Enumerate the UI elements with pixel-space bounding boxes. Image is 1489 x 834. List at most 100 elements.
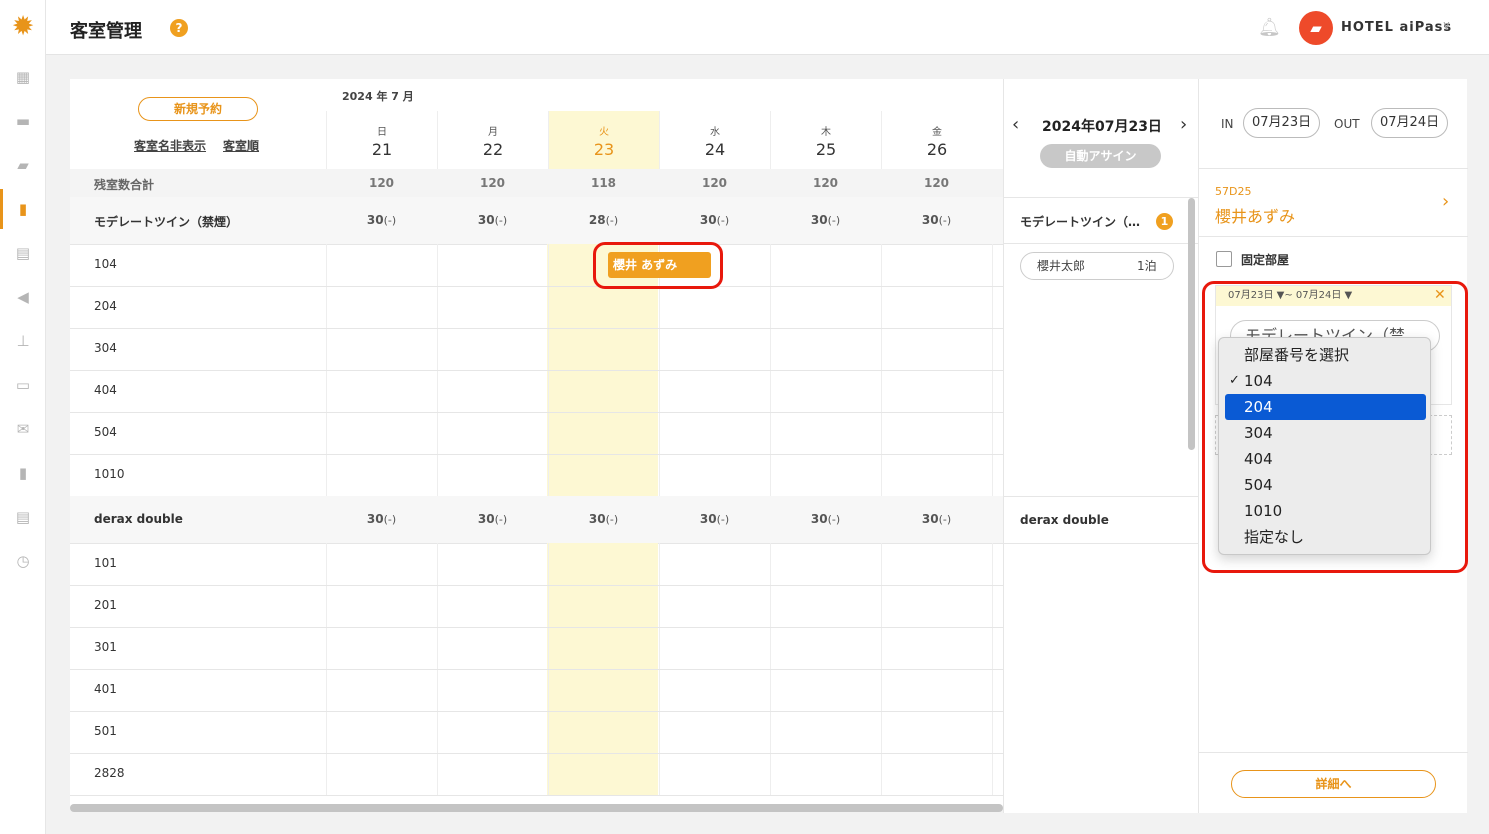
room-option-label: 部屋番号を選択: [1244, 346, 1350, 364]
reservation-highlight: [593, 242, 723, 289]
room-row[interactable]: 2828: [70, 753, 1003, 795]
room-option-label: 指定なし: [1244, 528, 1305, 546]
room-option[interactable]: 404: [1225, 446, 1426, 472]
room-row[interactable]: 201: [70, 585, 1003, 627]
room-number-dropdown[interactable]: 部屋番号を選択 ✓ 104 204 304 404 504 1010 指定なし: [1218, 337, 1431, 555]
megaphone-icon[interactable]: ◀: [0, 277, 46, 317]
room-number: 1010: [94, 467, 125, 481]
chart-icon[interactable]: ▮: [0, 453, 46, 493]
day-number: 26: [926, 140, 948, 159]
list-icon[interactable]: ▤: [0, 497, 46, 537]
day-number: 24: [704, 140, 726, 159]
next-date-icon[interactable]: ›: [1180, 114, 1187, 135]
room-row[interactable]: 104: [70, 244, 1003, 286]
room-option[interactable]: ✓ 104: [1225, 368, 1426, 394]
availability-value: 30(-): [437, 213, 548, 227]
detail-button[interactable]: 詳細へ: [1231, 770, 1436, 798]
chevron-down-icon[interactable]: ∨: [1442, 18, 1451, 32]
calculator-icon[interactable]: ▤: [0, 233, 46, 273]
hotel-avatar[interactable]: ▰: [1299, 11, 1333, 45]
availability-value: 30(-): [659, 213, 770, 227]
room-number: 401: [94, 682, 117, 696]
room-row[interactable]: 304: [70, 328, 1003, 370]
day-header: 木 25: [770, 111, 881, 169]
availability-count: 30: [921, 512, 939, 526]
checkin-date[interactable]: 07月23日: [1243, 108, 1321, 138]
room-option-label: 304: [1244, 424, 1273, 442]
availability-value: 30(-): [881, 213, 992, 227]
room-option[interactable]: 504: [1225, 472, 1426, 498]
door-icon[interactable]: ▮: [0, 189, 46, 229]
availability-suffix: (-): [605, 214, 619, 227]
availability-suffix: (-): [383, 513, 397, 526]
room-option[interactable]: 指定なし: [1225, 524, 1426, 550]
fixed-room-checkbox[interactable]: [1216, 251, 1232, 267]
clock-icon[interactable]: ◷: [0, 541, 46, 581]
help-icon[interactable]: ?: [170, 19, 188, 37]
count-badge: 1: [1156, 213, 1173, 230]
room-option[interactable]: 204: [1225, 394, 1426, 420]
divider: [1004, 496, 1199, 497]
selected-date: 2024年07月23日: [1042, 119, 1162, 135]
availability-suffix: (-): [605, 513, 619, 526]
availability-value: 30(-): [326, 213, 437, 227]
hide-room-names-link[interactable]: 客室名非表示: [134, 137, 206, 154]
room-number: 204: [94, 299, 117, 313]
dashboard-icon[interactable]: ▦: [0, 57, 46, 97]
cleaning-icon[interactable]: ⊥: [0, 321, 46, 361]
sun-logo-icon[interactable]: ✹: [9, 13, 37, 41]
room-option-label: 104: [1244, 372, 1273, 390]
hotel-name[interactable]: HOTEL aiPass: [1341, 20, 1452, 35]
room-row[interactable]: 101: [70, 543, 1003, 585]
availability-count: 30: [477, 213, 495, 227]
room-option[interactable]: 304: [1225, 420, 1426, 446]
booking-code: 57D25: [1215, 185, 1252, 198]
day-header: 月 22: [437, 111, 548, 169]
chevron-right-icon[interactable]: ›: [1442, 191, 1449, 212]
mail-icon[interactable]: ✉: [0, 409, 46, 449]
new-booking-button[interactable]: 新規予約: [138, 97, 258, 121]
room-row[interactable]: 404: [70, 370, 1003, 412]
room-row[interactable]: 204: [70, 286, 1003, 328]
prev-date-icon[interactable]: ‹: [1012, 114, 1019, 135]
auto-assign-button[interactable]: 自動アサイン: [1040, 144, 1161, 168]
day-number: 23: [593, 140, 615, 159]
room-row[interactable]: 1010: [70, 454, 1003, 496]
room-row[interactable]: 504: [70, 412, 1003, 454]
room-option[interactable]: 1010: [1225, 498, 1426, 524]
availability-count: 30: [588, 512, 606, 526]
out-label: OUT: [1334, 117, 1360, 131]
booking-name[interactable]: 櫻井あずみ: [1215, 203, 1295, 227]
divider: [1199, 752, 1468, 753]
page-title: 客室管理: [70, 21, 142, 42]
availability-suffix: (-): [494, 513, 508, 526]
stay-nights: 1泊: [1137, 259, 1157, 273]
room-row[interactable]: 401: [70, 669, 1003, 711]
horizontal-scrollbar[interactable]: [70, 804, 1003, 812]
room-order-link[interactable]: 客室順: [223, 137, 259, 154]
room-option-label: 504: [1244, 476, 1273, 494]
day-number: 22: [482, 140, 504, 159]
room-row[interactable]: 301: [70, 627, 1003, 669]
ticket-icon[interactable]: ▭: [0, 365, 46, 405]
total-value: 120: [479, 176, 506, 190]
day-number: 21: [371, 140, 393, 159]
bell-icon[interactable]: 🔔︎: [1258, 17, 1281, 38]
checkout-date[interactable]: 07月24日: [1371, 108, 1449, 138]
availability-count: 30: [810, 512, 828, 526]
availability-value: 30(-): [770, 213, 881, 227]
availability-value: 30(-): [326, 512, 437, 526]
weekday: 木: [821, 127, 831, 138]
total-value: 120: [812, 176, 839, 190]
room-option[interactable]: 部屋番号を選択: [1225, 342, 1426, 368]
room-number: 104: [94, 257, 117, 271]
total-value: 120: [368, 176, 395, 190]
vertical-scrollbar[interactable]: [1188, 198, 1195, 450]
folder-icon[interactable]: ▰: [0, 145, 46, 185]
availability-value: 30(-): [437, 512, 548, 526]
day-header: 日 21: [326, 111, 437, 169]
room-row[interactable]: 501: [70, 711, 1003, 753]
guest-pill[interactable]: 櫻井太郎 1泊: [1020, 252, 1174, 280]
room-number: 201: [94, 598, 117, 612]
bed-icon[interactable]: ▬: [0, 101, 46, 141]
